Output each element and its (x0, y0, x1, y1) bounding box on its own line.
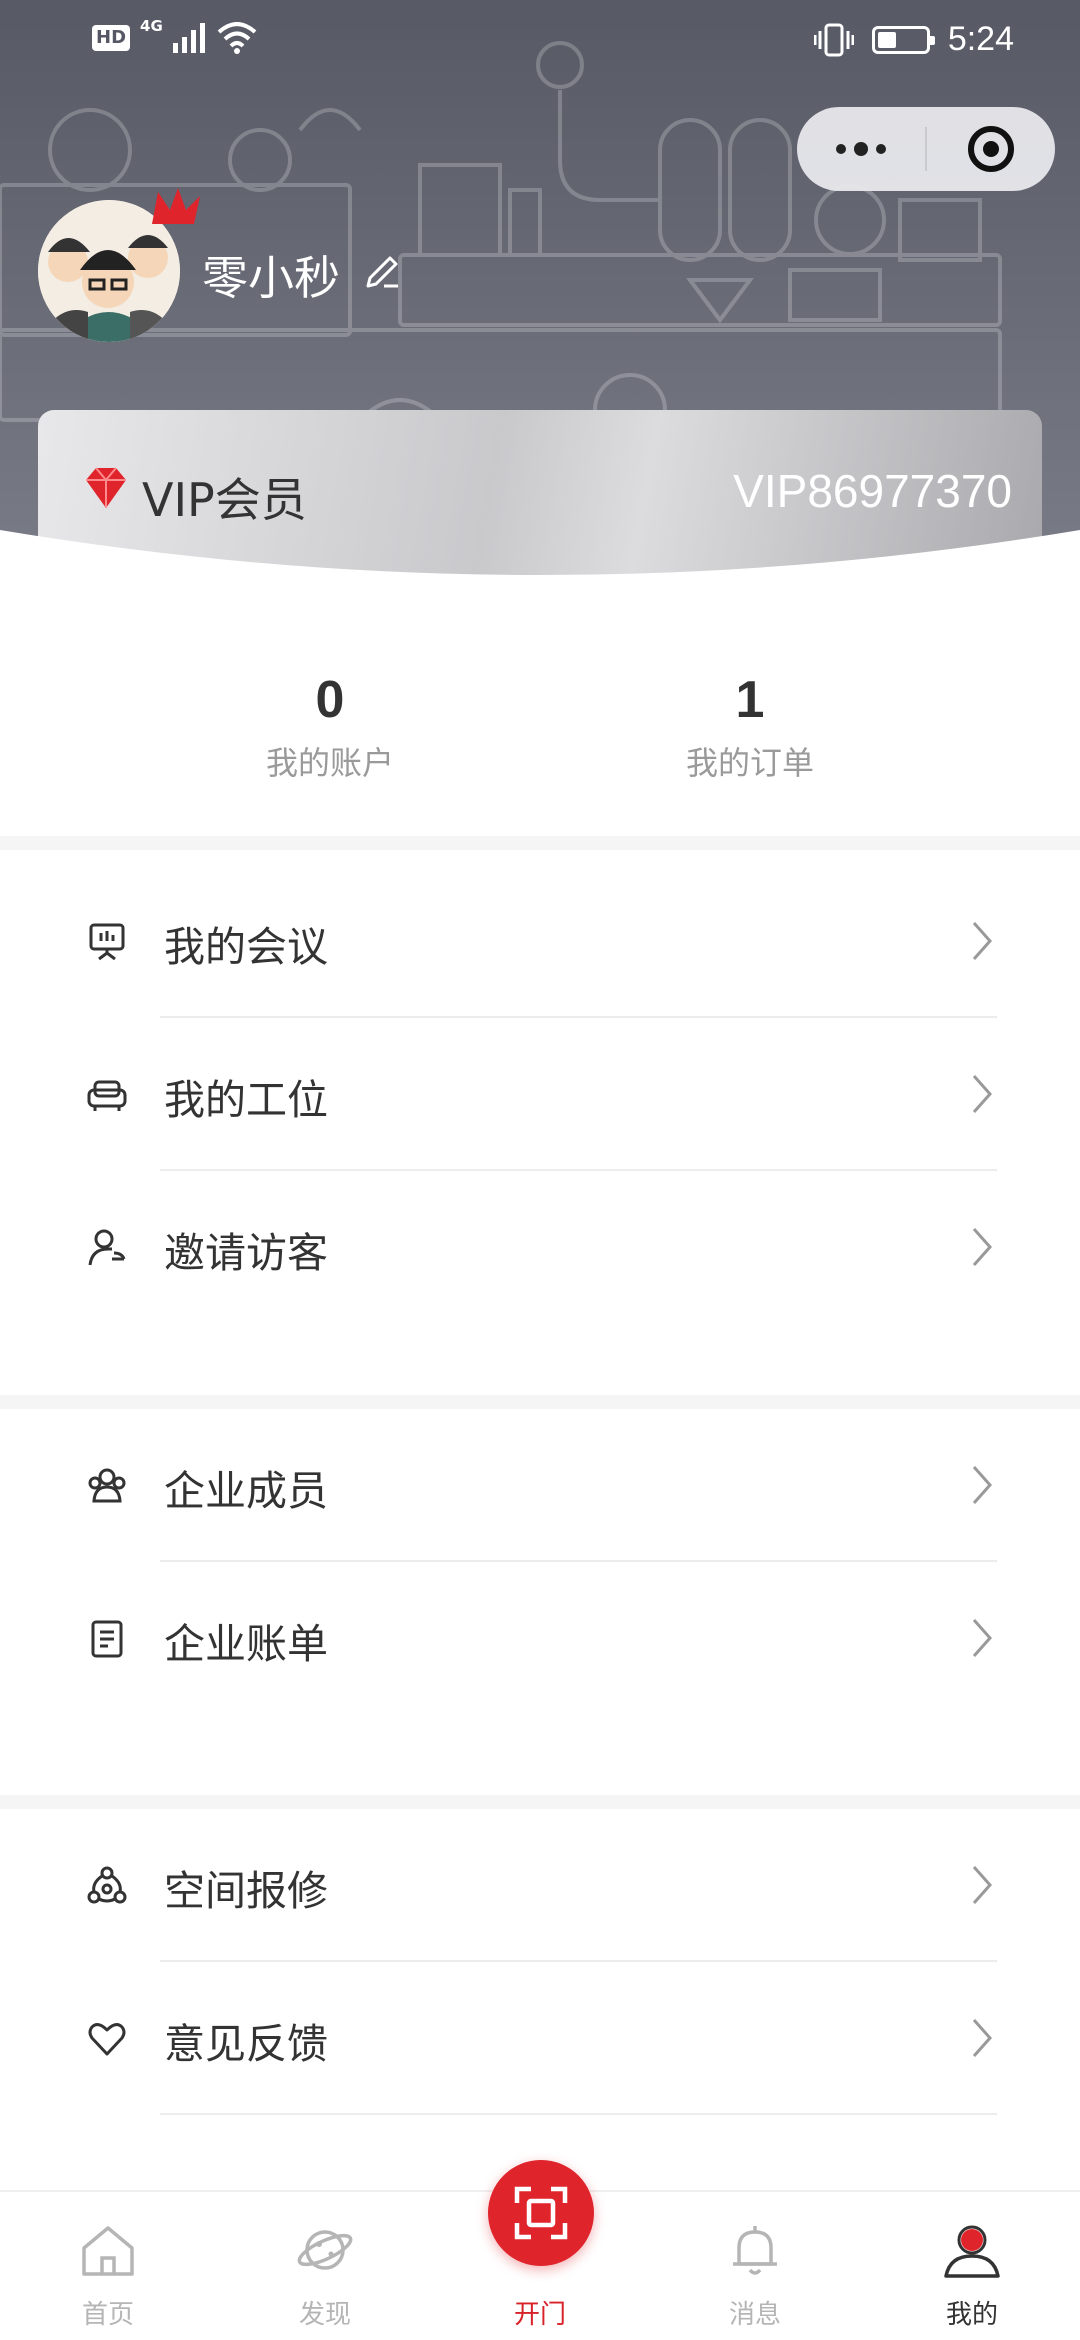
more-button[interactable] (797, 107, 925, 191)
stats-row: 0 我的账户 1 我的订单 (0, 600, 1080, 836)
scan-frame-icon (514, 2186, 568, 2240)
profile-header: HD 4G 5:24 零小秒 VIP会员 VIP86977370 (0, 0, 1080, 580)
battery-icon (871, 25, 935, 54)
menu-label: 我的会议 (164, 923, 328, 971)
open-door-button[interactable] (488, 2160, 594, 2266)
menu-item-feedback[interactable]: 意见反馈 (0, 1962, 1080, 2115)
status-time: 5:24 (947, 20, 1014, 58)
menu-label: 邀请访客 (164, 1229, 328, 1277)
menu-item-enterprise-members[interactable]: 企业成员 (0, 1409, 1080, 1562)
crown-badge-icon (152, 188, 200, 224)
stat-my-orders[interactable]: 1 我的订单 (620, 670, 880, 784)
heart-icon (88, 2023, 126, 2056)
stat-value: 0 (315, 671, 345, 729)
battery-fill (877, 31, 896, 48)
diamond-gem-icon (86, 467, 126, 508)
divider (160, 2113, 997, 2115)
chevron-right-icon (972, 1075, 993, 1113)
chevron-right-icon (972, 1228, 993, 1266)
chevron-right-icon (972, 1866, 993, 1904)
nav-label: 首页 (81, 2300, 134, 2330)
header-curve (0, 530, 1080, 580)
chevron-right-icon (972, 2019, 993, 2057)
home-icon (82, 2226, 134, 2276)
user-icon (944, 2225, 1000, 2278)
menu-item-my-workstation[interactable]: 我的工位 (0, 1018, 1080, 1171)
status-bar: HD 4G 5:24 (0, 0, 1080, 84)
network-type: 4G (140, 17, 163, 35)
pencil-icon[interactable] (362, 252, 402, 292)
menu-item-invite-visitor[interactable]: 邀请访客 (0, 1171, 1080, 1324)
nav-item-discover[interactable]: 发现 (245, 2192, 405, 2340)
wifi-icon (217, 22, 257, 54)
chevron-right-icon (972, 1466, 993, 1504)
stat-value: 1 (735, 671, 765, 729)
bell-icon (733, 2226, 777, 2275)
chevron-right-icon (972, 922, 993, 960)
menu-label: 意见反馈 (164, 2020, 328, 2068)
section-gap (0, 1795, 1080, 1809)
user-add-icon (88, 1229, 126, 1266)
menu-item-my-meetings[interactable]: 我的会议 (0, 865, 1080, 1018)
group-icon (88, 1468, 126, 1503)
hd-indicator: HD (92, 25, 131, 51)
vibrate-icon (813, 23, 854, 56)
stat-my-account[interactable]: 0 我的账户 (200, 670, 460, 784)
repair-network-icon (87, 1866, 127, 1904)
stat-label: 我的账户 (265, 744, 394, 782)
cellular-signal-icon (172, 23, 205, 53)
ellipsis-icon (836, 142, 886, 156)
bill-icon (91, 1620, 123, 1658)
nav-label: 发现 (298, 2300, 351, 2330)
menu-label: 空间报修 (164, 1867, 328, 1915)
nav-item-messages[interactable]: 消息 (675, 2192, 835, 2340)
chevron-right-icon (972, 1619, 993, 1657)
vip-number: VIP86977370 (733, 465, 1012, 517)
presentation-board-icon (89, 923, 125, 961)
nav-label: 我的 (945, 2300, 998, 2330)
avatar[interactable] (38, 188, 200, 342)
menu-group-service: 空间报修 意见反馈 (0, 1809, 1080, 2115)
planet-icon (297, 2230, 353, 2270)
target-circle-icon (968, 126, 1014, 172)
menu-item-enterprise-bill[interactable]: 企业账单 (0, 1562, 1080, 1715)
menu-label: 我的工位 (164, 1076, 328, 1124)
nav-item-home[interactable]: 首页 (28, 2192, 188, 2340)
section-gap (0, 836, 1080, 850)
miniprogram-capsule (797, 107, 1055, 191)
close-button[interactable] (927, 107, 1055, 191)
sofa-seat-icon (87, 1080, 127, 1111)
menu-group-meetings: 我的会议 我的工位 邀请访客 (0, 865, 1080, 1324)
menu-group-enterprise: 企业成员 企业账单 (0, 1409, 1080, 1715)
nav-item-me[interactable]: 我的 (892, 2192, 1052, 2340)
menu-item-space-repair[interactable]: 空间报修 (0, 1809, 1080, 1962)
username: 零小秒 (202, 251, 340, 305)
nav-label: 消息 (728, 2300, 781, 2330)
status-left: HD 4G (92, 17, 257, 54)
menu-label: 企业成员 (164, 1467, 328, 1515)
status-right: 5:24 (813, 20, 1014, 59)
menu-label: 企业账单 (164, 1620, 328, 1668)
stat-label: 我的订单 (685, 744, 814, 782)
nav-label: 开门 (513, 2300, 566, 2330)
section-gap (0, 1395, 1080, 1409)
